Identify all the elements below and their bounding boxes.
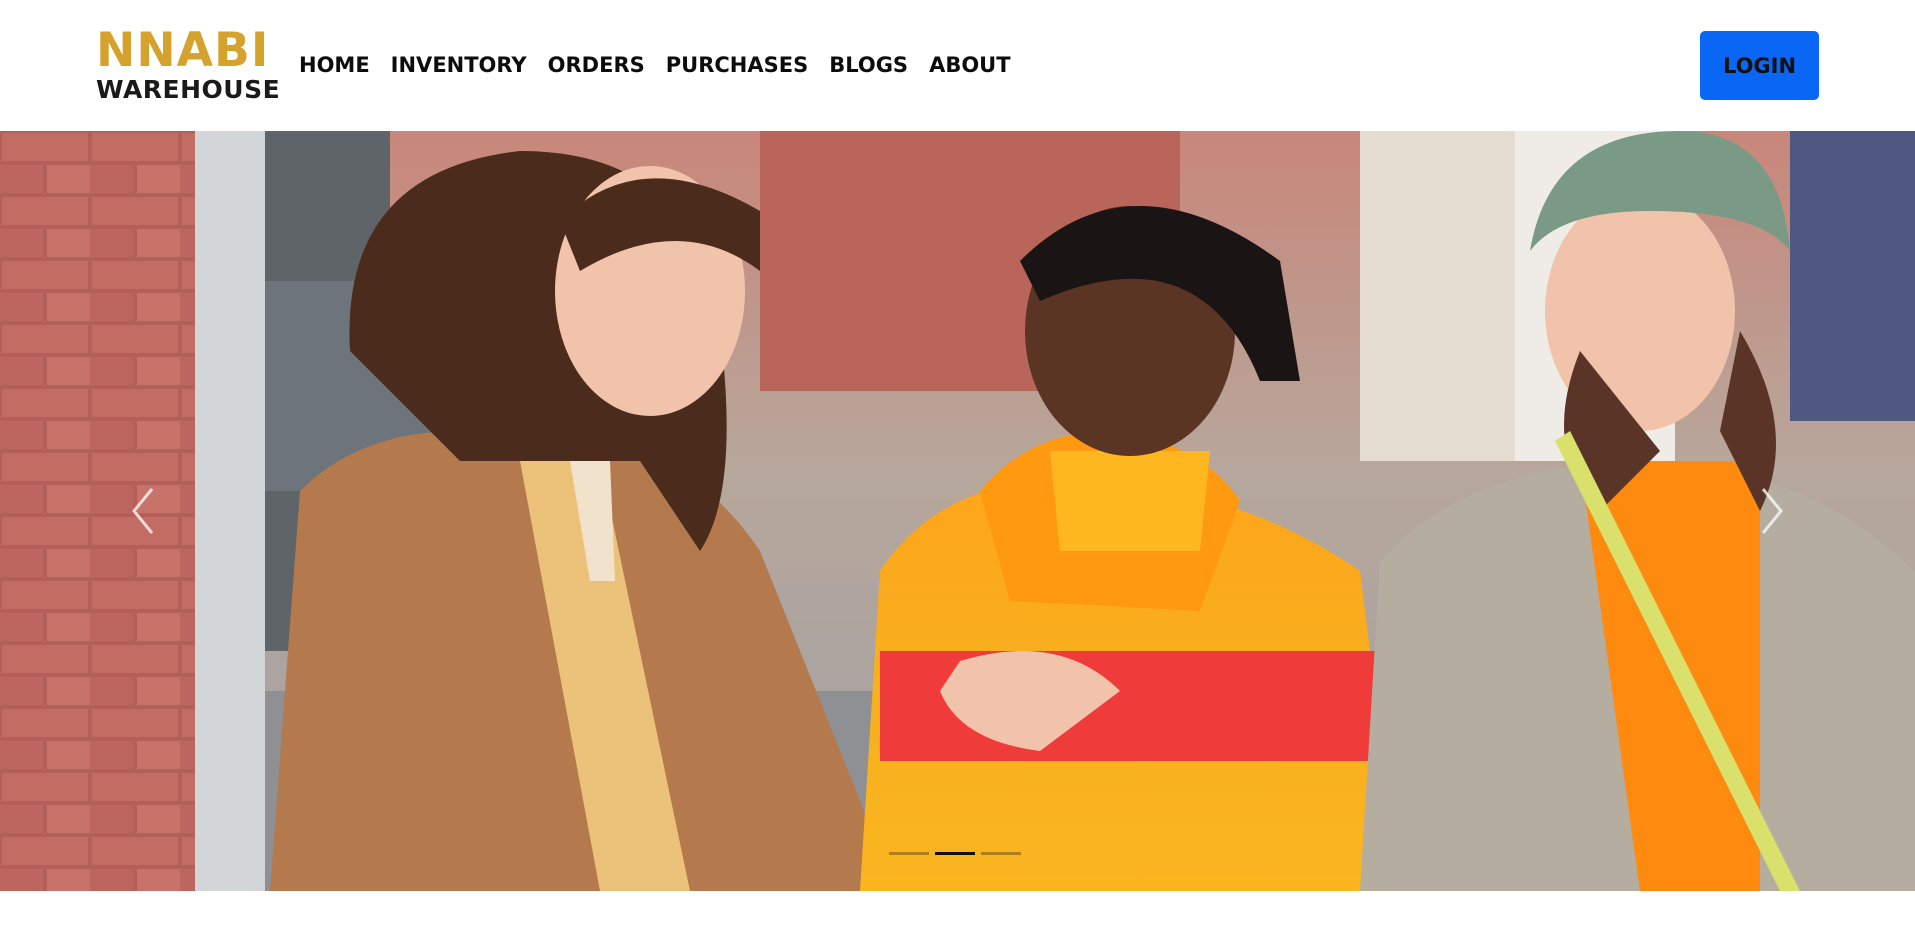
carousel-indicator[interactable] [981, 852, 1021, 855]
login-button[interactable]: LOGIN [1700, 31, 1819, 100]
nav-item-inventory[interactable]: INVENTORY [391, 50, 527, 80]
nav-item-purchases[interactable]: PURCHASES [666, 50, 808, 80]
chevron-right-icon [1761, 488, 1783, 534]
nav-item-orders[interactable]: ORDERS [548, 50, 645, 80]
carousel-indicator-active[interactable] [935, 852, 975, 855]
nav-item-home[interactable]: HOME [299, 50, 370, 80]
chevron-left-icon [132, 488, 154, 534]
carousel-prev-button[interactable] [112, 461, 172, 561]
carousel-indicator[interactable] [889, 852, 929, 855]
brand-logo[interactable]: NNABI WAREHOUSE [96, 23, 280, 106]
main-nav: HOME INVENTORY ORDERS PURCHASES BLOGS AB… [299, 50, 1011, 80]
nav-item-blogs[interactable]: BLOGS [829, 50, 908, 80]
brand-name-top: NNABI [96, 23, 270, 78]
nav-item-about[interactable]: ABOUT [929, 50, 1011, 80]
hero-image [0, 131, 1915, 891]
brand-name-bottom: WAREHOUSE [96, 75, 281, 104]
hero-carousel [0, 131, 1915, 891]
site-header: NNABI WAREHOUSE HOME INVENTORY ORDERS PU… [0, 0, 1915, 131]
carousel-indicators [889, 852, 1021, 855]
carousel-next-button[interactable] [1743, 461, 1803, 561]
